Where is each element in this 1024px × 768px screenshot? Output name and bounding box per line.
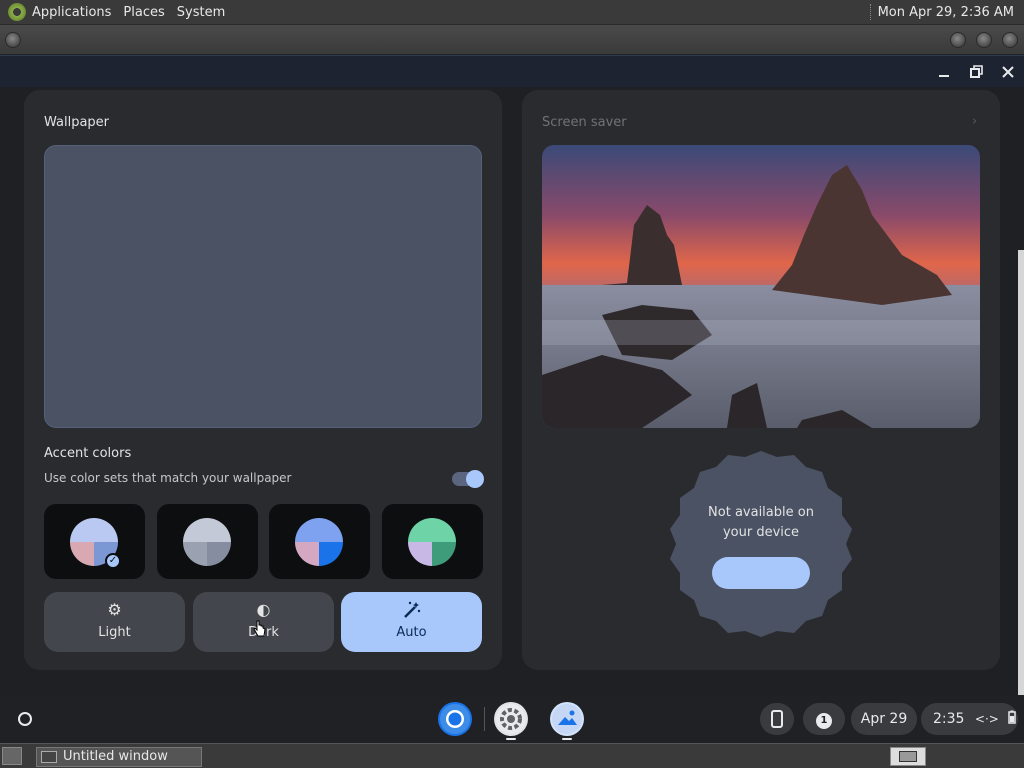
running-indicator <box>506 738 516 740</box>
accent-swatch-2[interactable] <box>157 504 258 579</box>
half-circle-icon: ◐ <box>256 600 271 619</box>
accent-swatch-4[interactable] <box>382 504 483 579</box>
accent-swatch-3[interactable] <box>269 504 370 579</box>
mode-label: Auto <box>396 625 427 640</box>
top-panel: Applications Places System Mon Apr 29, 2… <box>0 0 1024 25</box>
screensaver-action-button[interactable] <box>712 557 810 589</box>
magic-wand-icon <box>341 600 482 625</box>
minimize-icon[interactable] <box>933 61 955 83</box>
accent-colors-title: Accent colors <box>44 446 132 461</box>
toggle-knob <box>466 470 484 488</box>
launcher-icon <box>18 712 32 726</box>
personalization-content: Wallpaper Accent colors Use color sets t… <box>0 87 1024 694</box>
bottom-panel: Untitled window <box>0 743 1024 768</box>
selected-check-icon: ✓ <box>105 553 121 569</box>
accent-colors-description: Use color sets that match your wallpaper <box>44 471 292 485</box>
wallpaper-title: Wallpaper <box>44 115 110 130</box>
battery-icon <box>1008 710 1017 724</box>
menu-system[interactable]: System <box>171 0 231 25</box>
mode-light-button[interactable]: ⚙ Light <box>44 592 185 652</box>
close-icon[interactable] <box>997 61 1019 83</box>
swatch-disc <box>295 518 343 566</box>
gnome-foot-icon[interactable] <box>8 3 26 21</box>
workspace-thumb <box>899 751 917 762</box>
chrome-app-icon[interactable] <box>438 702 472 736</box>
mode-auto-button[interactable]: Auto <box>341 592 482 652</box>
gear-icon: ⚙ <box>107 600 122 619</box>
show-desktop-icon[interactable] <box>2 747 22 765</box>
taskbar-window-button[interactable]: Untitled window <box>36 747 202 767</box>
wallpaper-app-icon[interactable] <box>550 702 584 736</box>
accent-wallpaper-toggle[interactable] <box>452 470 484 488</box>
app-header <box>0 55 1024 87</box>
notification-count: 1 <box>816 713 832 729</box>
screensaver-card: Screen saver › Not available on your dev… <box>522 90 1000 670</box>
workspace-switcher[interactable] <box>890 747 926 766</box>
running-indicator <box>562 738 572 740</box>
screensaver-preview[interactable] <box>542 145 980 428</box>
wallpaper-card: Wallpaper Accent colors Use color sets t… <box>24 90 502 670</box>
panel-clock[interactable]: Mon Apr 29, 2:36 AM <box>878 5 1024 20</box>
launcher-button[interactable] <box>7 701 43 737</box>
frame-close-icon[interactable] <box>1002 32 1018 48</box>
shelf-divider <box>484 707 485 731</box>
screensaver-title: Screen saver <box>542 115 627 130</box>
phone-hub-button[interactable] <box>760 703 794 735</box>
unavailable-badge <box>670 451 852 637</box>
window-frame-titlebar[interactable] <box>0 25 1024 55</box>
menu-places[interactable]: Places <box>117 0 170 25</box>
shelf-time: 2:35 <box>933 711 965 727</box>
window-menu-icon[interactable] <box>5 32 21 48</box>
window-icon <box>41 751 57 763</box>
swatch-disc <box>183 518 231 566</box>
seascape-image <box>542 145 980 428</box>
frame-minimize-icon[interactable] <box>950 32 966 48</box>
mode-dark-button[interactable]: ◐ Dark <box>193 592 334 652</box>
menu-applications[interactable]: Applications <box>26 0 117 25</box>
notification-button[interactable]: 1 <box>803 703 845 735</box>
panel-handle <box>869 4 872 20</box>
settings-app-icon[interactable] <box>494 702 528 736</box>
mode-label: Light <box>98 625 131 640</box>
wallpaper-preview[interactable] <box>44 145 482 428</box>
network-icon: <·> <box>974 712 999 726</box>
restore-icon[interactable] <box>965 61 987 83</box>
taskbar-window-title: Untitled window <box>63 749 168 764</box>
phone-icon <box>771 710 783 728</box>
unavailable-text: Not available on your device <box>708 505 814 540</box>
chevron-right-icon: › <box>972 114 978 129</box>
mouse-cursor-icon <box>253 620 266 637</box>
chromeos-shelf: 1 Apr 29 2:35 <·> <box>0 695 1024 743</box>
frame-maximize-icon[interactable] <box>976 32 992 48</box>
status-tray[interactable]: 2:35 <·> <box>921 703 1018 735</box>
scrollbar[interactable] <box>1018 250 1024 695</box>
accent-swatch-1[interactable]: ✓ <box>44 504 145 579</box>
swatch-disc <box>408 518 456 566</box>
date-tray[interactable]: Apr 29 <box>851 703 917 735</box>
